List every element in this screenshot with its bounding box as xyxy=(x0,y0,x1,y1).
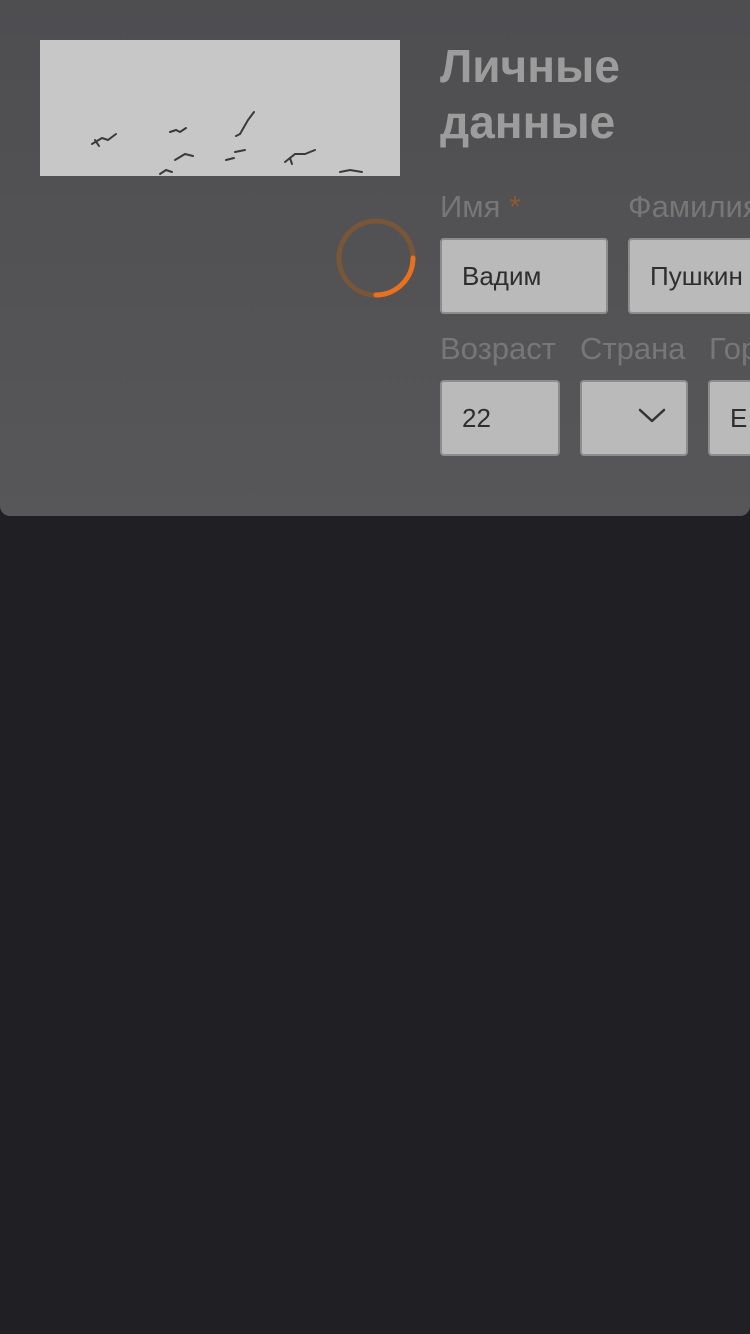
chevron-down-icon xyxy=(638,408,666,423)
city-field[interactable]: Е xyxy=(708,380,750,456)
first-name-field[interactable]: Вадим xyxy=(440,238,608,314)
profile-card: Личные данные Имя * Фамилия Вадим Пушкин… xyxy=(0,0,750,516)
last-name-field[interactable]: Пушкин xyxy=(628,238,750,314)
last-name-label: Фамилия xyxy=(628,189,750,224)
page-title: Личные данные xyxy=(440,40,620,148)
birds-image xyxy=(40,40,400,176)
city-label: Город xyxy=(709,331,750,366)
first-name-label: Имя * xyxy=(440,189,521,225)
age-field[interactable]: 22 xyxy=(440,380,560,456)
loading-spinner-icon xyxy=(336,218,416,298)
age-label: Возраст xyxy=(440,331,556,366)
country-select[interactable] xyxy=(580,380,688,456)
required-mark: * xyxy=(509,189,522,224)
country-label: Страна xyxy=(580,331,686,366)
profile-photo[interactable] xyxy=(40,40,400,176)
first-name-label-text: Имя xyxy=(440,189,501,224)
